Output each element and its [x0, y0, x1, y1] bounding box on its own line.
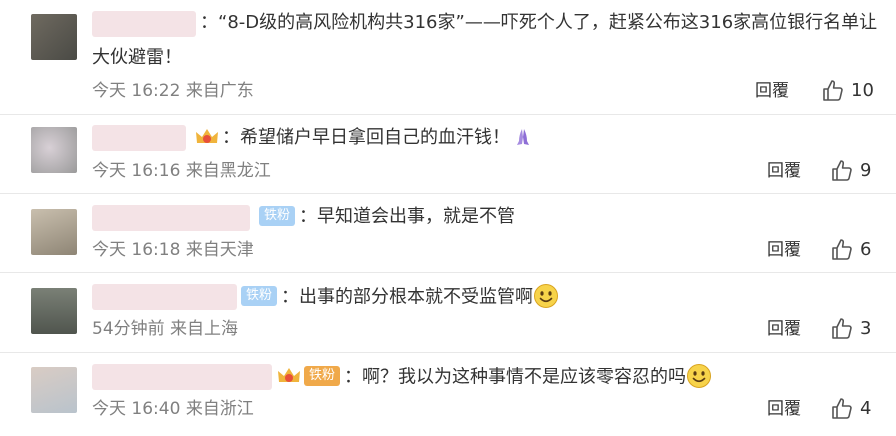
comment-meta: 今天 16:16 来自黑龙江: [92, 160, 271, 182]
timestamp: 今天 16:22: [92, 81, 181, 101]
name-separator: ：: [344, 366, 363, 388]
location: 来自上海: [170, 319, 239, 339]
comment-content: “8-D级的高风险机构共316家”——吓死个人了，赶紧公布这316家高位银行名单…: [218, 12, 878, 33]
name-separator: ：: [200, 12, 218, 33]
timestamp: 今天 16:18: [92, 240, 181, 260]
location: 来自黑龙江: [185, 161, 271, 181]
smiley-icon: [687, 364, 712, 388]
like-count[interactable]: 4: [860, 398, 871, 420]
comment-text: 铁粉 ：早知道会出事，就是不管: [253, 204, 515, 230]
comment-content: 出事的部分根本就不受监管啊: [299, 286, 534, 308]
timestamp: 今天 16:16: [92, 161, 181, 181]
like-count[interactable]: 6: [860, 239, 871, 261]
username-blurred[interactable]: [92, 284, 237, 310]
comment-content: 啊？我以为这种事情不是应该零容忍的吗: [362, 366, 687, 388]
comment-text: 铁粉 ：啊？我以为这种事情不是应该零容忍的吗: [272, 363, 712, 392]
like-count[interactable]: 3: [860, 318, 871, 340]
comment-meta: 54分钟前 来自上海: [92, 318, 238, 340]
fan-badge[interactable]: 铁粉: [241, 286, 278, 306]
reply-button[interactable]: 回覆: [767, 160, 801, 182]
reply-button[interactable]: 回覆: [767, 318, 801, 340]
comment-content: 希望储户早日拿回自己的血汗钱！: [240, 127, 510, 148]
username-blurred[interactable]: [92, 125, 186, 151]
comment-text: ：“8-D级的高风险机构共316家”——吓死个人了，赶紧公布这316家高位银行名…: [200, 10, 877, 36]
thumb-up-icon[interactable]: [830, 397, 854, 421]
comment-content: 早知道会出事，就是不管: [317, 206, 516, 227]
thumb-up-icon[interactable]: [830, 159, 854, 183]
comment-meta: 今天 16:18 来自天津: [92, 239, 254, 261]
avatar[interactable]: [31, 367, 77, 413]
comment-item: 铁粉 ：啊？我以为这种事情不是应该零容忍的吗 今天 16:40 来自浙江 回覆 4: [0, 353, 896, 436]
like-count[interactable]: 9: [860, 160, 871, 182]
location: 来自天津: [185, 240, 254, 260]
comment-text-continued: 大伙避雷！: [92, 47, 182, 68]
thumb-up-icon[interactable]: [830, 238, 854, 262]
timestamp: 今天 16:40: [92, 399, 181, 419]
username-blurred[interactable]: [92, 364, 272, 390]
fan-badge[interactable]: 铁粉: [304, 366, 341, 386]
crown-icon: [278, 368, 300, 382]
smiley-icon: [534, 284, 559, 308]
reply-button[interactable]: 回覆: [755, 80, 789, 102]
pray-icon: [517, 128, 529, 145]
thumb-up-icon[interactable]: [830, 317, 854, 341]
reply-button[interactable]: 回覆: [767, 398, 801, 420]
comment-item: 铁粉 ：早知道会出事，就是不管 今天 16:18 来自天津 回覆 6: [0, 194, 896, 273]
avatar[interactable]: [31, 288, 77, 334]
like-count[interactable]: 10: [851, 80, 874, 102]
avatar[interactable]: [31, 14, 77, 60]
name-separator: ：: [222, 127, 240, 148]
name-separator: ：: [299, 206, 318, 227]
name-separator: ：: [281, 286, 300, 308]
thumb-up-icon[interactable]: [821, 79, 845, 103]
crown-icon: [196, 128, 218, 143]
location: 来自浙江: [185, 399, 254, 419]
comment-text: 铁粉 ：出事的部分根本就不受监管啊: [235, 283, 559, 312]
comment-text: ：希望储户早日拿回自己的血汗钱！: [190, 125, 532, 151]
comment-meta: 今天 16:40 来自浙江: [92, 398, 254, 420]
location: 来自广东: [185, 81, 254, 101]
comment-item: 铁粉 ：出事的部分根本就不受监管啊 54分钟前 来自上海 回覆 3: [0, 273, 896, 353]
reply-button[interactable]: 回覆: [767, 239, 801, 261]
fan-badge[interactable]: 铁粉: [259, 205, 296, 226]
username-blurred[interactable]: [92, 11, 196, 37]
comment-item: ：“8-D级的高风险机构共316家”——吓死个人了，赶紧公布这316家高位银行名…: [0, 0, 896, 115]
avatar[interactable]: [31, 127, 77, 173]
username-blurred[interactable]: [92, 205, 250, 231]
comment-meta: 今天 16:22 来自广东: [92, 80, 254, 102]
comment-item: ：希望储户早日拿回自己的血汗钱！ 今天 16:16 来自黑龙江 回覆 9: [0, 115, 896, 194]
avatar[interactable]: [31, 209, 77, 255]
timestamp: 54分钟前: [92, 319, 165, 339]
